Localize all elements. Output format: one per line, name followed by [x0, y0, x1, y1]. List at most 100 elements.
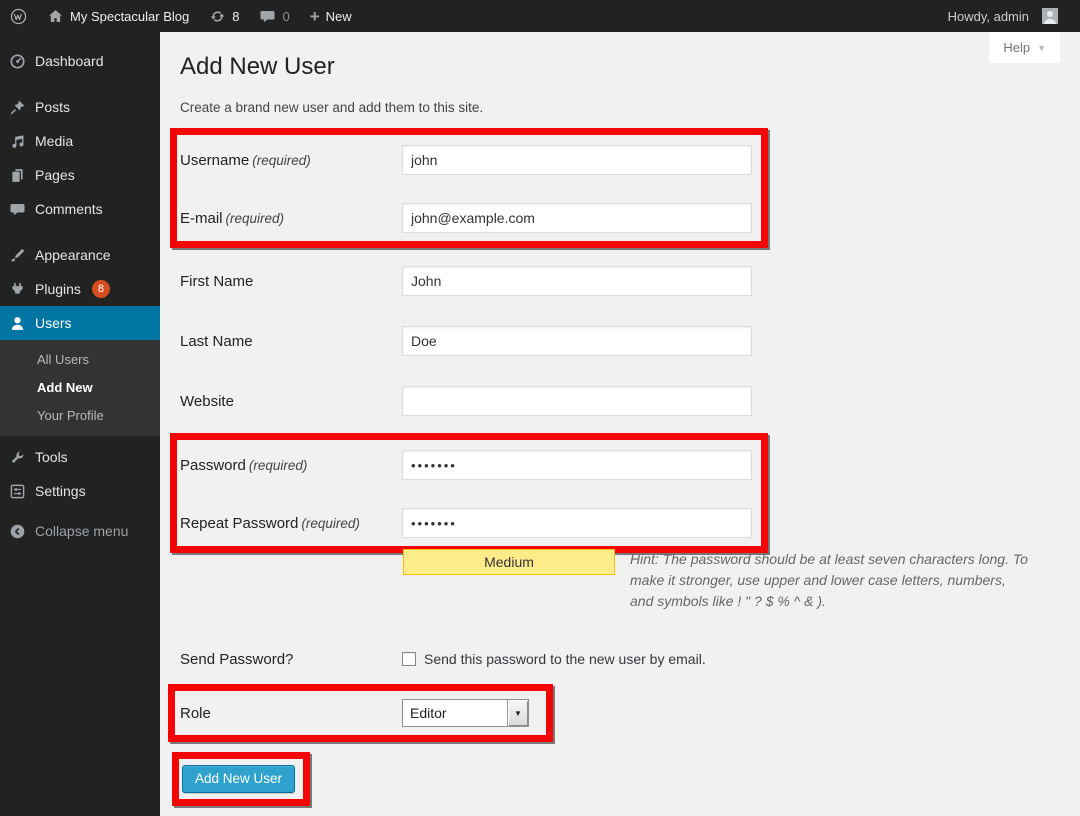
sidebar-item-label: Appearance	[35, 247, 111, 263]
annotation-box-submit: Add New User	[172, 752, 310, 806]
send-password-checkbox[interactable]	[402, 652, 416, 666]
password-hint-text: Hint: The password should be at least se…	[630, 551, 1028, 609]
username-label: Username(required)	[180, 152, 402, 169]
dropdown-arrow-icon: ▼	[507, 700, 528, 726]
sidebar-item-label: Settings	[35, 483, 86, 499]
sidebar-item-label: Plugins	[35, 281, 81, 297]
wordpress-logo-menu[interactable]	[0, 0, 37, 32]
comment-bubble-icon	[259, 8, 276, 25]
dashboard-icon	[9, 53, 26, 70]
howdy-label: Howdy, admin	[948, 9, 1036, 24]
send-password-text: Send this password to the new user by em…	[424, 651, 706, 667]
sidebar-item-dashboard[interactable]: Dashboard	[0, 44, 160, 78]
sidebar-item-label: Collapse menu	[35, 523, 128, 539]
sidebar-item-settings[interactable]: Settings	[0, 474, 160, 508]
admin-sidebar: Dashboard Posts Media Pages	[0, 32, 160, 816]
first-name-label: First Name	[180, 273, 402, 290]
update-count: 8	[232, 9, 239, 24]
sidebar-item-users[interactable]: Users	[0, 306, 160, 340]
password-input[interactable]	[402, 450, 752, 480]
submenu-item-all-users[interactable]: All Users	[0, 346, 160, 374]
password-label: Password(required)	[180, 457, 402, 474]
annotation-box-required-user-fields: Username(required) E-mail(required)	[170, 128, 768, 248]
username-input[interactable]	[402, 145, 752, 175]
sidebar-item-posts[interactable]: Posts	[0, 90, 160, 124]
annotation-box-role: Role Editor ▼	[168, 684, 553, 742]
comments-menu[interactable]: 0	[249, 0, 299, 32]
sidebar-item-appearance[interactable]: Appearance	[0, 238, 160, 272]
my-account-menu[interactable]: Howdy, admin	[938, 0, 1068, 32]
website-input[interactable]	[402, 386, 752, 416]
site-name-label: My Spectacular Blog	[70, 9, 189, 24]
site-name-menu[interactable]: My Spectacular Blog	[37, 0, 199, 32]
required-hint: (required)	[301, 516, 360, 531]
admin-bar: My Spectacular Blog 8 0 + New	[0, 0, 1080, 32]
sidebar-item-label: Dashboard	[35, 53, 104, 69]
tools-icon	[9, 449, 26, 466]
sidebar-item-label: Users	[35, 315, 72, 331]
first-name-input[interactable]	[402, 266, 752, 296]
sidebar-item-media[interactable]: Media	[0, 124, 160, 158]
sidebar-item-label: Media	[35, 133, 73, 149]
new-content-menu[interactable]: + New	[300, 0, 362, 32]
sidebar-item-collapse-menu[interactable]: Collapse menu	[0, 514, 160, 548]
submenu-item-your-profile[interactable]: Your Profile	[0, 402, 160, 430]
page-title: Add New User	[180, 52, 1060, 81]
collapse-icon	[9, 523, 26, 540]
last-name-label: Last Name	[180, 333, 402, 350]
password-hint-section: Medium Hint: The password should be at l…	[180, 549, 1030, 612]
sidebar-item-label: Comments	[35, 201, 103, 217]
website-label: Website	[180, 393, 402, 410]
help-button[interactable]: Help ▼	[989, 32, 1060, 63]
appearance-icon	[9, 247, 26, 264]
send-password-label: Send Password?	[180, 651, 402, 668]
menu-separator	[0, 226, 160, 238]
sidebar-item-plugins[interactable]: Plugins 8	[0, 272, 160, 306]
new-label: New	[326, 9, 352, 24]
sidebar-item-tools[interactable]: Tools	[0, 440, 160, 474]
plugins-update-badge: 8	[92, 280, 110, 298]
plugins-icon	[9, 281, 26, 298]
password-row: Password(required)	[180, 450, 757, 480]
repeat-password-input[interactable]	[402, 508, 752, 538]
home-icon	[47, 8, 64, 25]
comment-count: 0	[282, 9, 289, 24]
submenu-item-add-new[interactable]: Add New	[0, 374, 160, 402]
updates-menu[interactable]: 8	[199, 0, 249, 32]
menu-separator	[0, 78, 160, 90]
media-icon	[9, 133, 26, 150]
sidebar-item-label: Pages	[35, 167, 75, 183]
role-label: Role	[180, 705, 402, 722]
sidebar-item-label: Posts	[35, 99, 70, 115]
help-label: Help	[1003, 40, 1030, 55]
send-password-row: Send Password? Send this password to the…	[180, 644, 1060, 674]
users-icon	[9, 315, 26, 332]
email-row: E-mail(required)	[180, 203, 757, 233]
password-strength-meter: Medium	[403, 549, 615, 575]
email-input[interactable]	[402, 203, 752, 233]
repeat-password-label: Repeat Password(required)	[180, 515, 402, 532]
chevron-down-icon: ▼	[1037, 43, 1046, 53]
sidebar-item-comments[interactable]: Comments	[0, 192, 160, 226]
annotation-box-password-fields: Password(required) Repeat Password(requi…	[170, 433, 768, 553]
email-label: E-mail(required)	[180, 210, 402, 227]
sidebar-item-label: Tools	[35, 449, 68, 465]
wordpress-logo-icon	[10, 8, 27, 25]
last-name-input[interactable]	[402, 326, 752, 356]
required-hint: (required)	[249, 458, 308, 473]
required-hint: (required)	[252, 153, 311, 168]
avatar	[1042, 8, 1058, 24]
repeat-password-row: Repeat Password(required)	[180, 508, 757, 538]
sidebar-item-pages[interactable]: Pages	[0, 158, 160, 192]
wordpress-admin-page: My Spectacular Blog 8 0 + New	[0, 0, 1080, 816]
main-content: Add New User Create a brand new user and…	[160, 32, 1080, 816]
plus-icon: +	[310, 8, 320, 25]
role-selected-value: Editor	[403, 705, 507, 721]
last-name-row: Last Name	[180, 326, 1060, 356]
first-name-row: First Name	[180, 266, 1060, 296]
username-row: Username(required)	[180, 145, 757, 175]
role-select[interactable]: Editor ▼	[402, 699, 529, 727]
page-subtitle: Create a brand new user and add them to …	[180, 100, 1060, 116]
add-new-user-button[interactable]: Add New User	[182, 765, 295, 793]
role-row: Role Editor ▼	[180, 699, 542, 727]
